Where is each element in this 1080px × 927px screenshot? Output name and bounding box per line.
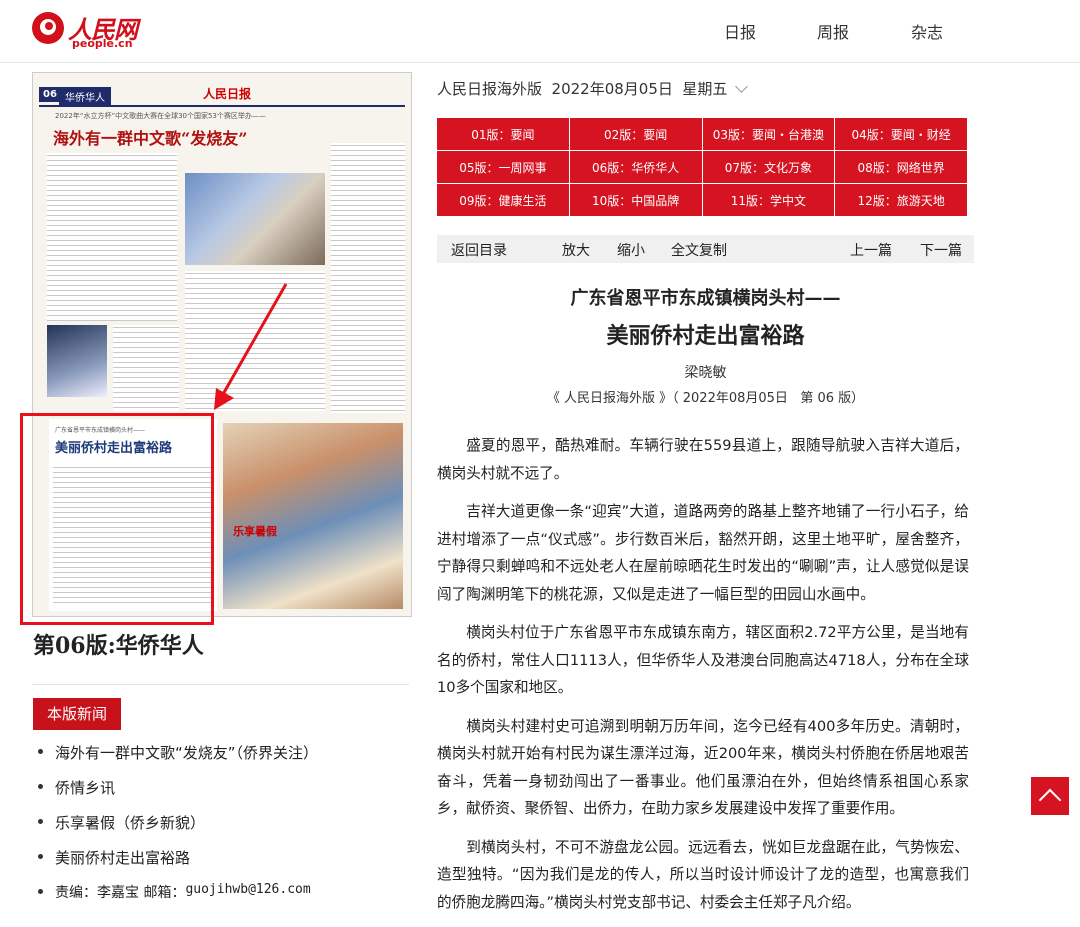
edition-title: 第06版:华侨华人 — [33, 633, 204, 659]
nav-magazine[interactable]: 杂志 — [911, 19, 943, 43]
list-item[interactable]: 美丽侨村走出富裕路 — [38, 847, 318, 882]
thumb-photo-caption: 乐享暑假 — [233, 525, 277, 538]
article-paragraph: 横岗头村位于广东省恩平市东成镇东南方，辖区面积2.72平方公里，是当地有名的侨村… — [437, 624, 969, 696]
site-header: 人民网 people.cn 日报 周报 杂志 — [0, 0, 1080, 63]
edition-link[interactable]: 09版：健康生活 — [437, 184, 569, 216]
bullet-icon — [38, 854, 43, 859]
edition-link[interactable]: 06版：华侨华人 — [569, 151, 702, 183]
editor-email[interactable]: guojihwb@126.com — [185, 882, 310, 897]
edition-link[interactable]: 11版：学中文 — [702, 184, 835, 216]
people-cn-logo[interactable]: 人民网 people.cn — [32, 10, 142, 52]
edition-link[interactable]: 10版：中国品牌 — [569, 184, 702, 216]
bullet-icon — [38, 784, 43, 789]
thumb-masthead: 人民日报 — [203, 87, 252, 101]
article-title: 美丽侨村走出富裕路 — [606, 324, 805, 349]
list-item[interactable]: 海外有一群中文歌“发烧友”（侨界关注） — [38, 742, 318, 777]
article-kicker: 广东省恩平市东成镇横岗头村—— — [570, 288, 841, 309]
news-link[interactable]: 海外有一群中文歌“发烧友”（侨界关注） — [55, 742, 318, 763]
article-body: 盛夏的恩平，酷热难耐。车辆行驶在559县道上，跟随导航驶入吉祥大道后，横岗头村就… — [437, 432, 969, 927]
thumb-headline-top[interactable]: 海外有一群中文歌“发烧友” — [53, 125, 247, 149]
article-author: 梁晓敏 — [684, 365, 727, 381]
back-to-index-button[interactable]: 返回目录 — [451, 240, 507, 260]
article-paragraph: 盛夏的恩平，酷热难耐。车辆行驶在559县道上，跟随导航驶入吉祥大道后，横岗头村就… — [437, 437, 969, 482]
edition-link[interactable]: 05版：一周网事 — [437, 151, 569, 183]
zoom-out-button[interactable]: 缩小 — [617, 240, 645, 260]
divider — [32, 684, 409, 685]
news-link[interactable]: 美丽侨村走出富裕路 — [55, 847, 190, 868]
news-link[interactable]: 乐享暑假（侨乡新貌） — [55, 812, 205, 833]
edition-link[interactable]: 02版：要闻 — [569, 118, 702, 150]
article-paragraph: 吉祥大道更像一条“迎宾”大道，道路两旁的路基上整齐地铺了一行小石子，给进村增添了… — [437, 503, 969, 603]
issue-date-text: 人民日报海外版 2022年08月05日 星期五 — [437, 80, 728, 98]
thumb-photo-dancer — [47, 325, 107, 397]
thumb-rule — [39, 105, 405, 107]
edition-link[interactable]: 04版：要闻・财经 — [835, 118, 967, 150]
thumb-text-block — [113, 325, 179, 411]
red-arrow-annotation — [214, 283, 288, 410]
thumb-text-block — [47, 153, 177, 321]
nav-weekly[interactable]: 周报 — [817, 19, 849, 43]
back-to-top-button[interactable] — [1031, 777, 1069, 815]
edition-link[interactable]: 01版：要闻 — [437, 118, 569, 150]
list-item[interactable]: 侨情乡讯 — [38, 777, 318, 812]
thumb-text-block — [331, 143, 405, 413]
article-paragraph: 到横岗头村，不可不游盘龙公园。远远看去，恍如巨龙盘踞在此，气势恢宏、造型独特。“… — [437, 838, 969, 911]
edition-grid: 01版：要闻 02版：要闻 03版：要闻・台港澳 04版：要闻・财经 05版：一… — [437, 118, 967, 216]
highlight-box — [20, 413, 214, 625]
editor-info: 责编：李嘉宝 邮箱： guojihwb@126.com — [38, 882, 318, 917]
zoom-in-button[interactable]: 放大 — [562, 240, 590, 260]
bullet-icon — [38, 819, 43, 824]
article-toolbar: 返回目录 放大 缩小 全文复制 上一篇 下一篇 — [437, 235, 974, 263]
next-article-button[interactable]: 下一篇 — [920, 240, 962, 260]
news-link[interactable]: 侨情乡讯 — [55, 777, 115, 798]
edition-link[interactable]: 03版：要闻・台港澳 — [702, 118, 835, 150]
edition-link[interactable]: 08版：网络世界 — [835, 151, 967, 183]
chevron-down-icon[interactable] — [735, 80, 749, 93]
thumb-subhead-top: 2022年“水立方杯”中文歌曲大赛在全球30个国家53个赛区举办—— — [55, 112, 266, 120]
edition-link[interactable]: 07版：文化万象 — [702, 151, 835, 183]
editor-label: 责编：李嘉宝 邮箱： — [55, 885, 186, 901]
prev-article-button[interactable]: 上一篇 — [850, 240, 892, 260]
news-list: 海外有一群中文歌“发烧友”（侨界关注） 侨情乡讯 乐享暑假（侨乡新貌） 美丽侨村… — [38, 742, 318, 917]
thumb-photo-award — [185, 173, 325, 265]
thumb-section-label: 华侨华人 — [59, 87, 111, 106]
thumb-page-badge: 06 — [39, 87, 61, 102]
thumb-photo-children — [223, 423, 403, 609]
issue-date-selector[interactable]: 人民日报海外版 2022年08月05日 星期五 — [437, 78, 749, 99]
copy-all-button[interactable]: 全文复制 — [671, 240, 727, 260]
bullet-icon — [38, 889, 43, 894]
logo-icon — [32, 12, 64, 44]
edition-link[interactable]: 12版：旅游天地 — [835, 184, 967, 216]
list-item[interactable]: 乐享暑假（侨乡新貌） — [38, 812, 318, 847]
article-source: 《 人民日报海外版 》（ 2022年08月05日 第 06 版） — [546, 391, 865, 406]
news-section-tag: 本版新闻 — [33, 698, 121, 730]
nav-daily[interactable]: 日报 — [724, 19, 756, 43]
logo-text-en: people.cn — [72, 37, 133, 50]
bullet-icon — [38, 749, 43, 754]
article-paragraph: 横岗头村建村史可追溯到明朝万历年间，迄今已经有400多年历史。清朝时，横岗头村就… — [437, 717, 969, 818]
